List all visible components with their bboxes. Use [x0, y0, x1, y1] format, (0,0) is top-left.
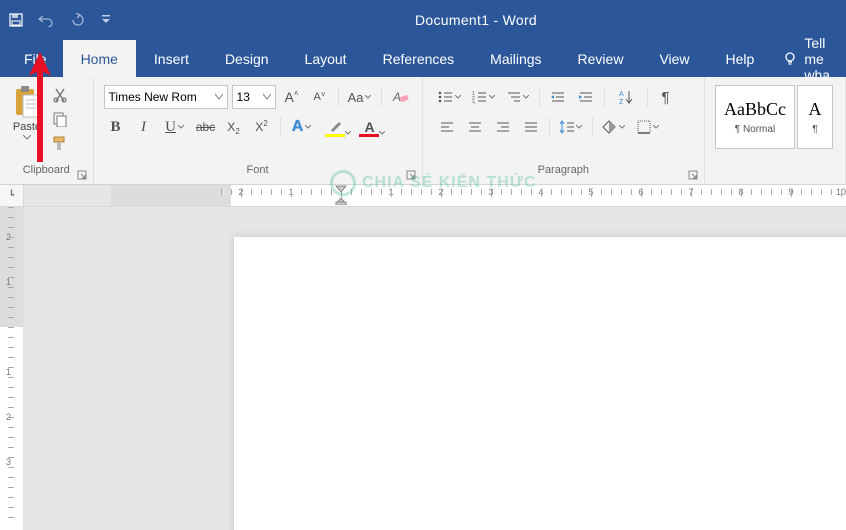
chevron-down-icon	[263, 93, 271, 101]
tab-mailings[interactable]: Mailings	[472, 40, 559, 77]
ribbon: Paste Clipboard	[0, 77, 846, 185]
font-name-combo[interactable]: Times New Rom	[104, 85, 228, 109]
tell-me-label: Tell me wha	[804, 35, 846, 83]
page[interactable]	[234, 237, 846, 530]
indent-marker-icon[interactable]	[335, 185, 347, 205]
grow-font-button[interactable]: A˄	[280, 85, 304, 109]
chevron-down-icon	[23, 135, 31, 140]
underline-button[interactable]: U	[160, 115, 190, 139]
title-bar: Document1 - Word	[0, 0, 846, 40]
ruler-label: 1	[6, 277, 11, 287]
horizontal-ruler-row: ┗ 2112345678910	[0, 185, 846, 207]
align-left-button[interactable]	[435, 115, 459, 139]
line-spacing-button[interactable]	[556, 115, 586, 139]
borders-button[interactable]	[633, 115, 663, 139]
style-name: ¶ Normal	[735, 124, 775, 135]
font-name-value: Times New Rom	[109, 90, 197, 104]
ruler-label: 3	[6, 457, 11, 467]
cut-icon[interactable]	[52, 87, 70, 105]
chevron-down-icon	[215, 93, 223, 101]
tab-insert[interactable]: Insert	[136, 40, 207, 77]
document-title: Document1 - Word	[114, 12, 838, 28]
text-effects-button[interactable]: A	[287, 115, 317, 139]
tab-design[interactable]: Design	[207, 40, 287, 77]
svg-text:A: A	[619, 91, 624, 98]
sort-button[interactable]: AZ	[611, 85, 641, 109]
style-name: ¶	[812, 124, 817, 135]
bullets-button[interactable]	[435, 85, 465, 109]
tab-review[interactable]: Review	[560, 40, 642, 77]
bold-button[interactable]: B	[104, 115, 128, 139]
ribbon-tabs: File Home Insert Design Layout Reference…	[0, 40, 846, 77]
highlight-button[interactable]	[321, 115, 351, 139]
italic-button[interactable]: I	[132, 115, 156, 139]
paste-label: Paste	[13, 121, 41, 133]
superscript-button[interactable]: X2	[250, 115, 274, 139]
svg-text:Z: Z	[619, 99, 624, 105]
multilevel-list-button[interactable]	[503, 85, 533, 109]
tab-selector[interactable]: ┗	[0, 185, 24, 206]
group-clipboard: Paste Clipboard	[0, 77, 94, 184]
paragraph-group-label: Paragraph	[423, 164, 704, 184]
decrease-indent-button[interactable]	[546, 85, 570, 109]
document-viewport[interactable]	[24, 207, 846, 530]
lightbulb-icon	[782, 51, 798, 67]
show-marks-button[interactable]: ¶	[654, 85, 678, 109]
justify-button[interactable]	[519, 115, 543, 139]
paste-button[interactable]: Paste	[6, 81, 48, 160]
align-center-button[interactable]	[463, 115, 487, 139]
font-color-button[interactable]: A	[355, 115, 385, 139]
tab-layout[interactable]: Layout	[287, 40, 365, 77]
group-styles: AaBbCc ¶ Normal A ¶	[705, 77, 846, 184]
format-painter-icon[interactable]	[52, 135, 70, 153]
style-preview: AaBbCc	[724, 99, 786, 120]
vertical-ruler[interactable]: 21123	[0, 207, 24, 530]
group-font: Times New Rom 13 A˄ A˅ Aa A	[94, 77, 423, 184]
dialog-launcher-icon[interactable]	[406, 170, 418, 182]
increase-indent-button[interactable]	[574, 85, 598, 109]
tab-file[interactable]: File	[8, 40, 63, 77]
paste-icon	[13, 85, 41, 119]
tab-references[interactable]: References	[365, 40, 473, 77]
dialog-launcher-icon[interactable]	[77, 170, 89, 182]
strikethrough-button[interactable]: abc	[194, 115, 218, 139]
change-case-button[interactable]: Aa	[345, 85, 375, 109]
dialog-launcher-icon[interactable]	[688, 170, 700, 182]
font-size-combo[interactable]: 13	[232, 85, 276, 109]
shrink-font-button[interactable]: A˅	[308, 85, 332, 109]
save-icon[interactable]	[8, 12, 24, 28]
style-normal[interactable]: AaBbCc ¶ Normal	[715, 85, 795, 149]
group-paragraph: 123 AZ ¶	[423, 77, 705, 184]
style-next[interactable]: A ¶	[797, 85, 833, 149]
clipboard-group-label: Clipboard	[0, 164, 93, 184]
undo-icon[interactable]	[38, 12, 54, 28]
horizontal-ruler[interactable]: 2112345678910	[231, 185, 846, 206]
qat-customize-icon[interactable]	[98, 12, 114, 28]
font-size-value: 13	[237, 90, 250, 104]
document-area: 21123	[0, 207, 846, 530]
clear-formatting-button[interactable]: A	[388, 85, 412, 109]
svg-text:3: 3	[472, 101, 475, 104]
ruler-label: 1	[6, 367, 11, 377]
tab-home[interactable]: Home	[63, 40, 136, 77]
copy-icon[interactable]	[52, 111, 70, 129]
shading-button[interactable]	[599, 115, 629, 139]
style-preview: A	[809, 99, 822, 120]
redo-icon[interactable]	[68, 12, 84, 28]
tell-me-search[interactable]: Tell me wha	[772, 40, 846, 77]
font-group-label: Font	[94, 164, 422, 184]
tab-view[interactable]: View	[641, 40, 707, 77]
align-right-button[interactable]	[491, 115, 515, 139]
quick-access-toolbar	[8, 12, 114, 28]
tab-help[interactable]: Help	[708, 40, 773, 77]
numbering-button[interactable]: 123	[469, 85, 499, 109]
subscript-button[interactable]: X2	[222, 115, 246, 139]
svg-text:A: A	[392, 90, 401, 104]
